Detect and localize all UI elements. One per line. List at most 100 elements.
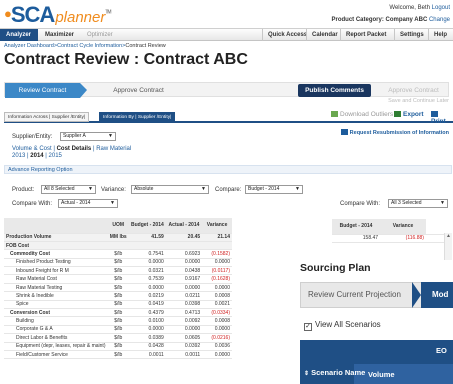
table-cell-actual: 0.0605 <box>165 333 203 343</box>
table-cell-variance <box>202 241 232 251</box>
publish-comments-button[interactable]: Publish Comments <box>298 84 371 97</box>
table-header-actual: Actual - 2014 <box>165 218 203 234</box>
budget-variance-mini-table: Budget - 2014 Variance 158.47 (116.88) <box>332 219 450 243</box>
nav-settings[interactable]: Settings <box>394 29 429 41</box>
table-row: Equipment (depr, leases, repair & maint)… <box>4 342 232 351</box>
product-select-value: All 8 Selected <box>44 186 75 192</box>
view-all-scenarios-label: View All Scenarios <box>315 320 381 329</box>
table-row: Corporate G & A $/lb 0.0000 0.0000 0.0000 <box>4 325 232 335</box>
table-cell-uom: $/lb <box>107 291 129 301</box>
table-cell-variance: 0.0000 <box>202 350 232 360</box>
table-cell-budget: 0.0428 <box>128 342 166 351</box>
page-title: Contract Review : Contract ABC <box>4 51 248 68</box>
compare-with-select[interactable]: Actual - 2014 ▼ <box>58 199 118 208</box>
logout-link[interactable]: Logout <box>432 5 450 11</box>
scrollbar[interactable]: ▲ <box>444 233 452 260</box>
table-cell-budget: 0.0000 <box>128 258 166 268</box>
nav-quick-access[interactable]: Quick Access <box>262 29 312 41</box>
table-cell-budget: 0.0000 <box>128 325 166 335</box>
product-select[interactable]: All 8 Selected ▼ <box>41 185 96 194</box>
advance-reporting-bar[interactable]: Advance Reporting Option <box>4 165 452 174</box>
supplier-select[interactable]: Supplier A ▼ <box>60 132 116 141</box>
modify-step[interactable]: Mod <box>421 282 453 308</box>
download-outliers-button[interactable]: Download Outliers <box>331 111 393 118</box>
compare-with-label: Compare With: <box>12 201 53 207</box>
table-cell-actual: 0.4713 <box>165 308 203 318</box>
print-label: Print <box>431 118 446 125</box>
breadcrumb-cycle-link[interactable]: Contract Cycle Information <box>57 43 122 49</box>
nav-tab-maximizer[interactable]: Maximizer <box>39 29 80 41</box>
raw-material-link[interactable]: Raw Material <box>96 146 131 152</box>
table-cell-budget: 0.0389 <box>128 333 166 343</box>
nav-tab-analyzer[interactable]: Analyzer <box>0 29 38 41</box>
table-row: Building $/lb 0.0100 0.0092 0.0008 <box>4 316 232 326</box>
variance-select[interactable]: Absolute ▼ <box>131 185 209 194</box>
workflow-step-approve[interactable]: Approve Contract <box>91 83 186 98</box>
table-cell-uom: $/lb <box>107 274 129 284</box>
view-all-scenarios-checkbox[interactable]: ✓ View All Scenarios <box>304 320 381 331</box>
nav-calendar[interactable]: Calendar <box>306 29 343 41</box>
mini-header-variance: Variance <box>380 219 426 235</box>
year-2013-link[interactable]: 2013 <box>12 153 25 159</box>
volume-column: Volume <box>368 370 395 379</box>
change-category-link[interactable]: Change <box>429 17 450 23</box>
scroll-up-icon[interactable]: ▲ <box>445 233 452 239</box>
compare-with-right-select[interactable]: All 3 Selected ▼ <box>388 199 448 208</box>
tab-information-across[interactable]: Information Across | Supplier /Entity| <box>4 112 90 122</box>
tab-information-by[interactable]: Information By | Supplier /Entity| <box>99 112 176 122</box>
year-2015-link[interactable]: 2015 <box>49 153 62 159</box>
year-2014-link[interactable]: 2014 <box>30 153 43 159</box>
export-button[interactable]: Export <box>394 111 424 118</box>
table-cell-actual: 0.0000 <box>165 283 203 293</box>
table-cell-actual: 0.0000 <box>165 258 203 268</box>
table-cell-uom <box>107 241 129 251</box>
printer-icon <box>431 111 438 117</box>
cost-details-link[interactable]: Cost Details <box>57 146 92 152</box>
request-resubmission-link[interactable]: Request Resubmission of Information <box>340 129 449 136</box>
table-cell-budget <box>128 241 166 251</box>
nav-tab-optimizer[interactable]: Optimizer <box>81 29 121 41</box>
table-cell-uom: $/lb <box>107 300 129 310</box>
supplier-select-value: Supplier A <box>63 133 86 139</box>
table-cell-actual: 0.0392 <box>165 342 203 351</box>
table-cell-variance: (0.0216) <box>202 333 232 343</box>
table-cell-variance: 0.0036 <box>202 342 232 351</box>
mini-cell-variance: (116.88) <box>380 234 426 243</box>
save-continue-later-link[interactable]: Save and Continue Later <box>388 98 449 104</box>
workflow-step-review[interactable]: Review Contract <box>5 83 80 98</box>
table-cell-variance: 0.0021 <box>202 300 232 310</box>
sca-planner-logo[interactable]: ●SCAplannerTM <box>4 2 112 28</box>
chevron-down-icon: ▼ <box>88 186 93 192</box>
breadcrumb-dashboard-link[interactable]: Analyzer Dashboard <box>4 43 54 49</box>
breadcrumb-current: Contract Review <box>125 43 166 49</box>
logo-trademark: TM <box>105 9 111 16</box>
nav-report-packet[interactable]: Report Packet <box>340 29 391 41</box>
nav-help[interactable]: Help <box>428 29 452 41</box>
scenario-name-column[interactable]: ⇕ Scenario Name <box>304 368 365 377</box>
print-button[interactable]: Print <box>431 111 453 125</box>
table-cell-label: Building <box>4 316 108 326</box>
eo-column-group: EO <box>436 346 447 355</box>
compare-select[interactable]: Budget - 2014 ▼ <box>245 185 303 194</box>
checkbox-checked-icon: ✓ <box>304 323 312 331</box>
table-cell-actual: 0.0438 <box>165 266 203 276</box>
logo-main-text: SCA <box>10 2 55 27</box>
table-cell-label: Equipment (depr, leases, repair & maint) <box>4 342 108 351</box>
year-links: 2013 | 2014 | 2015 <box>12 153 62 159</box>
approve-contract-button[interactable]: Approve Contract <box>377 83 450 98</box>
table-cell-label: Raw Material Testing <box>4 283 108 293</box>
table-cell-label: FOB Cost <box>4 241 108 251</box>
review-current-projection-step[interactable]: Review Current Projection <box>308 282 401 308</box>
volume-cost-link[interactable]: Volume & Cost <box>12 146 52 152</box>
table-cell-budget: 0.0011 <box>128 350 166 360</box>
main-nav-bar: Analyzer Maximizer Optimizer Quick Acces… <box>0 28 453 41</box>
table-cell-budget: 0.0100 <box>128 316 166 326</box>
table-cell-label: Shrink & Inedible <box>4 291 108 301</box>
table-cell-actual: 0.0398 <box>165 300 203 310</box>
table-cell-actual <box>165 241 203 251</box>
table-cell-budget: 0.0000 <box>128 283 166 293</box>
table-cell-variance: 0.0008 <box>202 291 232 301</box>
table-row: Raw Material Testing $/lb 0.0000 0.0000 0.00… <box>4 283 232 293</box>
table-row: Conversion Cost $/lb 0.4379 0.4713 (0.0334) <box>4 308 232 318</box>
chevron-down-icon: ▼ <box>110 200 115 206</box>
